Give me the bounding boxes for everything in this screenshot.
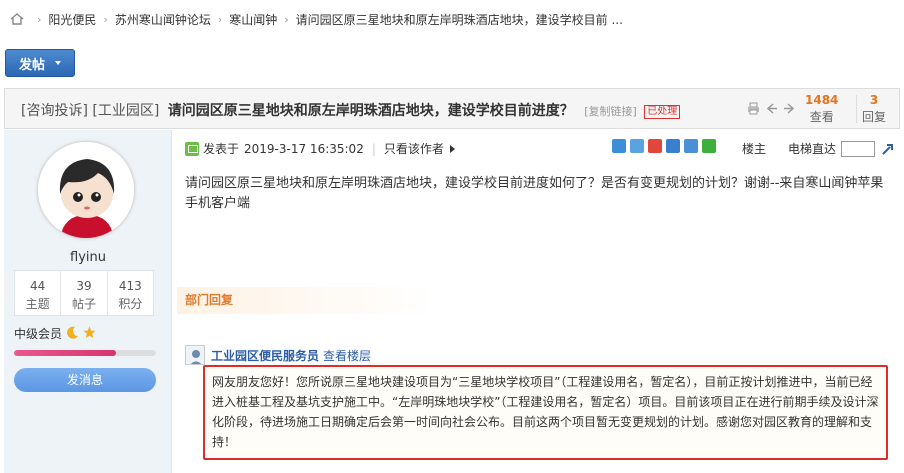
star-icon	[83, 326, 96, 342]
only-author-link[interactable]: 只看该作者	[384, 140, 444, 157]
prev-icon[interactable]	[765, 102, 778, 115]
level-progress-bar	[14, 350, 156, 356]
caret-right-icon	[449, 144, 455, 153]
reply-avatar[interactable]	[185, 345, 205, 365]
author-stats: 44 主题 39 帖子 413 积分	[14, 270, 154, 316]
share-icons	[612, 139, 716, 153]
breadcrumb-item-forum[interactable]: 苏州寒山闻钟论坛	[115, 11, 211, 28]
views-label: 查看	[809, 110, 834, 124]
replies-stat: 3 回复	[862, 93, 886, 125]
replies-label: 回复	[862, 110, 887, 124]
member-level: 中级会员	[14, 325, 96, 342]
stat-threads-value: 44	[30, 279, 46, 293]
breadcrumb-separator: ›	[103, 12, 108, 26]
post-meta: 发表于 2019-3-17 16:35:02 | 只看该作者	[185, 140, 455, 157]
posted-prefix: 发表于	[203, 142, 240, 156]
breadcrumb-item-thread[interactable]: 请问园区原三星地块和原左岸明珠酒店地块，建设学校目前 ...	[296, 11, 623, 28]
moon-icon	[66, 326, 79, 342]
stat-posts[interactable]: 39 帖子	[61, 271, 108, 315]
share-renren-icon[interactable]	[684, 139, 698, 153]
level-progress-fill	[14, 350, 117, 356]
copy-link[interactable]: [复制链接]	[584, 105, 637, 118]
breadcrumb-item-board[interactable]: 寒山闻钟	[229, 11, 277, 28]
breadcrumb: › 阳光便民 › 苏州寒山闻钟论坛 › 寒山闻钟 › 请问园区原三星地块和原左岸…	[10, 10, 623, 28]
department-reply-header: 部门回复	[177, 287, 434, 314]
breadcrumb-separator: ›	[37, 12, 42, 26]
online-status-icon	[185, 141, 199, 156]
share-tencent-icon[interactable]	[666, 139, 680, 153]
share-plus-icon[interactable]	[612, 139, 626, 153]
thread-tag-category[interactable]: [咨询投诉]	[21, 103, 88, 119]
next-icon[interactable]	[783, 102, 796, 115]
thread-title-bar: [咨询投诉] [工业园区] 请问园区原三星地块和原左岸明珠酒店地块，建设学校目前…	[4, 88, 900, 129]
home-icon[interactable]	[10, 12, 24, 26]
thread-subject: 请问园区原三星地块和原左岸明珠酒店地块，建设学校目前进度？	[167, 103, 574, 119]
stat-posts-label: 帖子	[71, 297, 96, 311]
stat-points-label: 积分	[118, 297, 143, 311]
stat-threads-label: 主题	[25, 297, 50, 311]
stat-posts-value: 39	[76, 279, 92, 293]
stat-points[interactable]: 413 积分	[108, 271, 153, 315]
floor-nav: 楼主 电梯直达	[742, 140, 895, 157]
department-reply-text: 网友朋友您好！您所说原三星地块建设项目为“三星地块学校项目”（工程建设用名，暂定…	[203, 365, 888, 460]
replies-count: 3	[869, 93, 879, 107]
thread-title: [咨询投诉] [工业园区] 请问园区原三星地块和原左岸明珠酒店地块，建设学校目前…	[21, 100, 681, 120]
meta-divider: |	[371, 141, 376, 156]
stat-points-value: 413	[118, 279, 142, 293]
breadcrumb-item-sunshine[interactable]: 阳光便民	[48, 11, 96, 28]
floor-label: 楼主	[742, 142, 767, 156]
stat-threads[interactable]: 44 主题	[15, 271, 62, 315]
send-message-button[interactable]: 发消息	[14, 368, 156, 392]
status-badge: 已处理	[644, 105, 681, 119]
views-stat: 1484 查看	[805, 93, 838, 125]
reply-author-name[interactable]: 工业园区便民服务员	[211, 347, 319, 364]
post-content: 请问园区原三星地块和原左岸明珠酒店地块，建设学校目前进度如何了？是否有变更规划的…	[185, 176, 884, 211]
author-sidebar: flyinu 44 主题 39 帖子 413 积分 中级会员 发消息	[4, 130, 172, 473]
breadcrumb-separator: ›	[217, 12, 223, 26]
thread-actions	[747, 102, 796, 115]
print-icon[interactable]	[747, 102, 760, 115]
jump-icon[interactable]	[881, 142, 895, 156]
share-qzone-icon[interactable]	[630, 139, 644, 153]
views-count: 1484	[805, 93, 839, 107]
posted-time: 2019-3-17 16:35:02	[244, 141, 364, 156]
view-floor-link[interactable]: 查看楼层	[323, 347, 371, 364]
goto-floor-label: 电梯直达	[788, 142, 837, 156]
goto-floor-input[interactable]	[841, 140, 876, 157]
avatar[interactable]	[37, 141, 135, 239]
thread-tag-area[interactable]: [工业园区]	[92, 103, 159, 119]
new-post-label: 发帖	[18, 57, 45, 73]
chevron-down-icon	[55, 61, 61, 65]
member-level-label: 中级会员	[14, 327, 63, 341]
new-post-button[interactable]: 发帖	[5, 49, 75, 77]
author-name[interactable]: flyinu	[4, 250, 172, 265]
reply-author-row: 工业园区便民服务员 查看楼层	[185, 345, 371, 365]
share-weibo-icon[interactable]	[648, 139, 662, 153]
breadcrumb-separator: ›	[284, 12, 289, 26]
stat-divider	[856, 95, 857, 123]
share-wechat-icon[interactable]	[702, 139, 716, 153]
